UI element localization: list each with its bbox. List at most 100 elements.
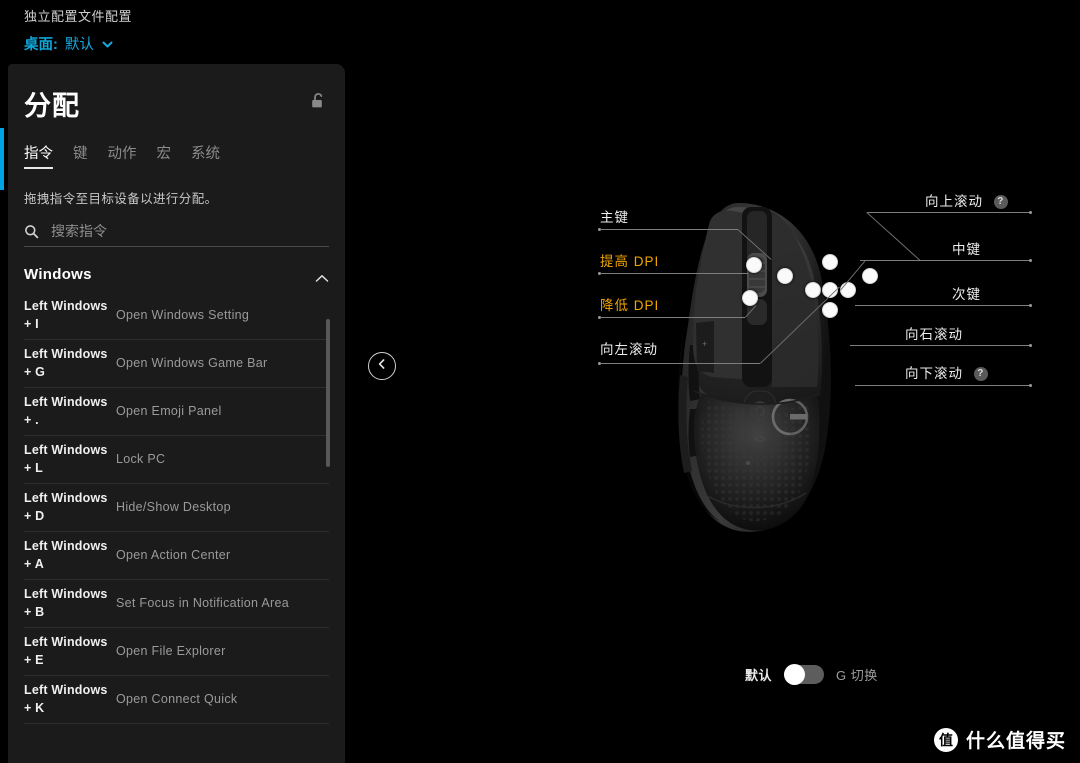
command-description: Lock PC bbox=[116, 451, 166, 466]
command-keys: Left Windows + D bbox=[24, 491, 108, 523]
leader-line bbox=[855, 385, 1029, 386]
profile-mode-toggle-row: 默认 G 切换 bbox=[745, 664, 878, 685]
command-keys: Left Windows + G bbox=[24, 347, 108, 379]
label-scroll-down-text: 向下滚动 bbox=[905, 366, 963, 381]
command-description: Set Focus in Notification Area bbox=[116, 595, 289, 610]
command-keys: Left Windows + I bbox=[24, 299, 108, 331]
button-marker-primary[interactable] bbox=[746, 257, 762, 273]
command-description: Hide/Show Desktop bbox=[116, 499, 231, 514]
leader-line bbox=[600, 317, 745, 318]
device-diagram-stage: + 主键 提高 DPI 降低 DPI 向左滚动 向上滚动 ? 中键 次键 向石滚… bbox=[400, 0, 1080, 763]
search-icon bbox=[24, 224, 39, 239]
toggle-knob bbox=[784, 664, 806, 685]
watermark: 值 什么值得买 bbox=[933, 726, 1066, 753]
button-marker-scroll-right[interactable] bbox=[840, 282, 856, 298]
tab-actions[interactable]: 动作 bbox=[108, 142, 137, 169]
svg-text:+: + bbox=[702, 339, 707, 349]
command-keys: Left Windows + K bbox=[24, 683, 108, 715]
label-scroll-left: 向左滚动 bbox=[600, 342, 658, 357]
watermark-badge-icon: 值 bbox=[933, 727, 958, 752]
leader-line bbox=[600, 363, 760, 364]
button-marker-scroll-down[interactable] bbox=[822, 302, 838, 318]
command-row[interactable]: Left Windows + D Hide/Show Desktop bbox=[24, 484, 329, 532]
command-row[interactable]: Left Windows + I Open Windows Setting bbox=[24, 292, 329, 340]
command-description: Open Windows Game Bar bbox=[116, 355, 268, 370]
toggle-label-gshift: G 切换 bbox=[836, 668, 878, 683]
desktop-prefix-label: 桌面: bbox=[24, 37, 58, 53]
search-input[interactable] bbox=[49, 222, 313, 240]
command-description: Open Emoji Panel bbox=[116, 403, 222, 418]
command-row[interactable]: Left Windows + L Lock PC bbox=[24, 436, 329, 484]
leader-dot bbox=[1029, 384, 1032, 387]
command-row[interactable]: Left Windows + E Open File Explorer bbox=[24, 628, 329, 676]
toggle-label-default: 默认 bbox=[745, 668, 773, 683]
command-list-scrollbar[interactable] bbox=[326, 292, 330, 763]
tab-commands[interactable]: 指令 bbox=[24, 142, 53, 169]
command-keys: Left Windows + B bbox=[24, 587, 108, 619]
desktop-profile-value: 默认 bbox=[64, 37, 94, 53]
tab-macros[interactable]: 宏 bbox=[157, 142, 172, 169]
panel-tabs: 指令 键 动作 宏 系统 bbox=[24, 142, 220, 169]
collapse-panel-button[interactable] bbox=[368, 352, 396, 380]
leader-dot bbox=[1029, 211, 1032, 214]
command-row[interactable]: Left Windows + B Set Focus in Notificatio… bbox=[24, 580, 329, 628]
leader-line-diagonal bbox=[866, 212, 921, 261]
label-scroll-right: 向石滚动 bbox=[905, 327, 963, 342]
command-row[interactable]: Left Windows + . Open Emoji Panel bbox=[24, 388, 329, 436]
unlocked-padlock-icon[interactable] bbox=[310, 92, 327, 110]
leader-dot bbox=[1029, 259, 1032, 262]
command-description: Open Action Center bbox=[116, 547, 231, 562]
button-marker-dpi-down[interactable] bbox=[742, 290, 758, 306]
leader-line bbox=[867, 212, 1029, 213]
label-primary-button: 主键 bbox=[600, 210, 629, 225]
assignments-panel: 分配 指令 键 动作 宏 系统 拖拽指令至目标设备以进行分配。 搜索指令 Win… bbox=[8, 64, 345, 763]
tab-keys[interactable]: 键 bbox=[73, 142, 88, 169]
command-description: Open Connect Quick bbox=[116, 691, 238, 706]
button-marker-dpi-up[interactable] bbox=[777, 268, 793, 284]
command-keys: Left Windows + L bbox=[24, 443, 108, 475]
chevron-left-icon bbox=[376, 357, 388, 375]
chevron-down-icon[interactable] bbox=[101, 38, 114, 51]
command-group-header[interactable]: Windows bbox=[24, 266, 329, 283]
label-scroll-up: 向上滚动 ? bbox=[925, 190, 1008, 210]
profile-config-label: 独立配置文件配置 bbox=[24, 9, 133, 24]
label-dpi-down: 降低 DPI bbox=[600, 298, 660, 313]
button-marker-secondary[interactable] bbox=[862, 268, 878, 284]
command-row[interactable]: Left Windows + G Open Windows Game Bar bbox=[24, 340, 329, 388]
label-scroll-down: 向下滚动 ? bbox=[905, 362, 988, 382]
label-secondary-button: 次键 bbox=[952, 287, 981, 302]
button-marker-scroll-up[interactable] bbox=[822, 254, 838, 270]
leader-line bbox=[860, 260, 1029, 261]
command-keys: Left Windows + . bbox=[24, 395, 108, 427]
leader-line bbox=[600, 229, 738, 230]
button-marker-scroll-left[interactable] bbox=[805, 282, 821, 298]
leader-dot bbox=[1029, 304, 1032, 307]
scrollbar-thumb[interactable] bbox=[326, 319, 330, 467]
command-list[interactable]: Left Windows + I Open Windows Setting Left… bbox=[24, 292, 329, 763]
command-description: Open File Explorer bbox=[116, 643, 226, 658]
drag-hint-text: 拖拽指令至目标设备以进行分配。 bbox=[24, 192, 218, 206]
command-row[interactable]: Left Windows + A Open Action Center bbox=[24, 532, 329, 580]
tab-system[interactable]: 系统 bbox=[191, 142, 220, 169]
label-dpi-up: 提高 DPI bbox=[600, 254, 660, 269]
command-keys: Left Windows + A bbox=[24, 539, 108, 571]
leader-line bbox=[600, 273, 748, 274]
caret-up-icon[interactable] bbox=[315, 270, 329, 282]
page-title: 分配 bbox=[24, 91, 80, 121]
leader-line bbox=[850, 345, 1029, 346]
command-keys: Left Windows + E bbox=[24, 635, 108, 667]
help-icon[interactable]: ? bbox=[993, 195, 1008, 209]
leader-line bbox=[855, 305, 1029, 306]
desktop-profile-selector[interactable]: 桌面: 默认 bbox=[24, 33, 114, 54]
g-shift-toggle[interactable] bbox=[784, 664, 825, 685]
active-section-accent-bar bbox=[0, 128, 4, 190]
command-row[interactable]: Left Windows + K Open Connect Quick bbox=[24, 676, 329, 724]
command-description: Open Windows Setting bbox=[116, 307, 250, 322]
leader-dot bbox=[1029, 344, 1032, 347]
help-icon[interactable]: ? bbox=[973, 367, 988, 381]
command-group-name: Windows bbox=[24, 266, 92, 283]
search-command-field[interactable] bbox=[24, 216, 329, 247]
label-scroll-up-text: 向上滚动 bbox=[925, 194, 983, 209]
label-middle-button: 中键 bbox=[952, 242, 981, 257]
watermark-text: 什么值得买 bbox=[965, 731, 1066, 752]
